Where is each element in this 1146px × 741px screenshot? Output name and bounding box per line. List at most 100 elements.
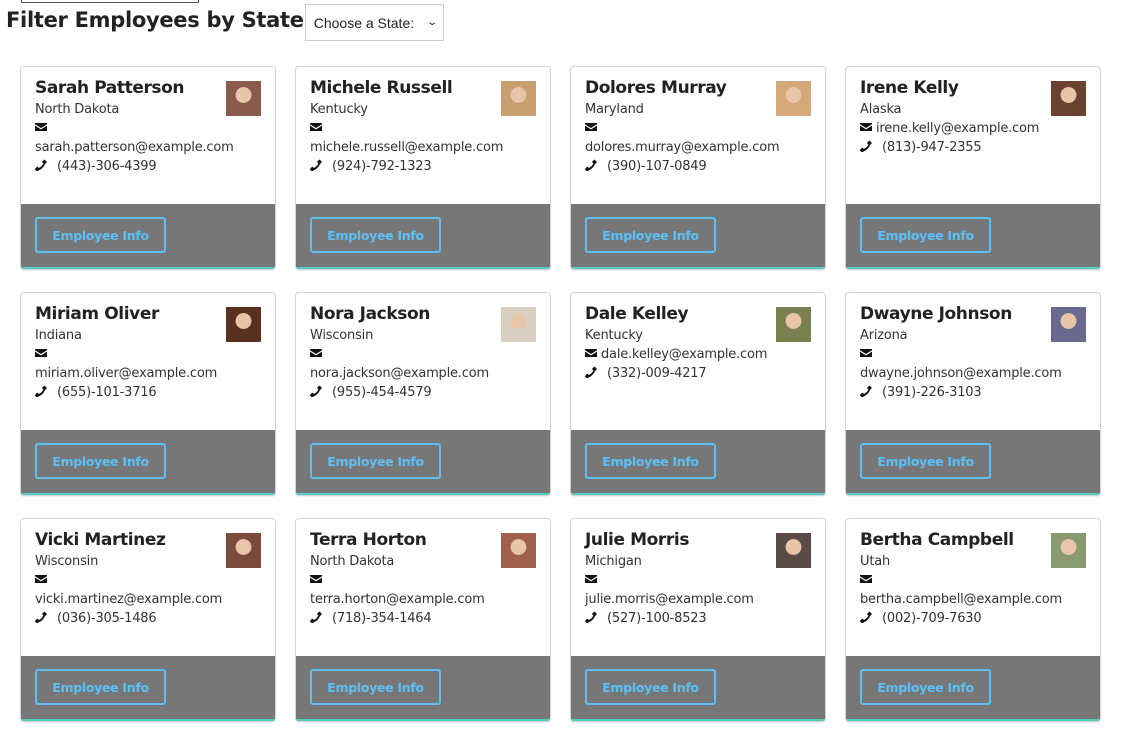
- employee-card: Dolores Murray Maryland dolores.murray@e…: [570, 66, 826, 270]
- employee-info-button[interactable]: Employee Info: [310, 669, 441, 705]
- employee-info-button[interactable]: Employee Info: [35, 443, 166, 479]
- employee-card: Nora Jackson Wisconsin nora.jackson@exam…: [295, 292, 551, 496]
- top-element-stub: [21, 0, 199, 3]
- card-footer: Employee Info: [296, 656, 550, 721]
- card-body: Irene Kelly Alaska irene.kelly@example.c…: [846, 67, 1100, 204]
- employee-info-button[interactable]: Employee Info: [310, 217, 441, 253]
- envelope-icon: [310, 575, 322, 583]
- phone-icon: [310, 159, 322, 171]
- employee-email: michele.russell@example.com: [310, 119, 536, 157]
- employee-phone: (924)-792-1323: [310, 157, 536, 176]
- email-text: michele.russell@example.com: [310, 140, 504, 155]
- phone-text: (655)-101-3716: [57, 385, 157, 400]
- card-body: Julie Morris Michigan julie.morris@examp…: [571, 519, 825, 656]
- avatar: [501, 307, 536, 342]
- phone-text: (443)-306-4399: [57, 159, 157, 174]
- employee-info-button[interactable]: Employee Info: [585, 443, 716, 479]
- employee-card: Miriam Oliver Indiana miriam.oliver@exam…: [20, 292, 276, 496]
- employee-phone: (813)-947-2355: [860, 138, 1086, 157]
- employee-email: miriam.oliver@example.com: [35, 345, 261, 383]
- chevron-down-icon: ⌄: [426, 17, 439, 28]
- phone-text: (002)-709-7630: [882, 611, 982, 626]
- employee-email: julie.morris@example.com: [585, 571, 811, 609]
- employee-info-button[interactable]: Employee Info: [860, 443, 991, 479]
- phone-text: (391)-226-3103: [882, 385, 982, 400]
- employee-card: Vicki Martinez Wisconsin vicki.martinez@…: [20, 518, 276, 722]
- phone-text: (390)-107-0849: [607, 159, 707, 174]
- envelope-icon: [860, 349, 872, 357]
- employee-card: Terra Horton North Dakota terra.horton@e…: [295, 518, 551, 722]
- avatar: [776, 81, 811, 116]
- employee-phone: (718)-354-1464: [310, 609, 536, 628]
- phone-icon: [35, 611, 47, 623]
- phone-icon: [310, 385, 322, 397]
- avatar: [776, 533, 811, 568]
- email-text: nora.jackson@example.com: [310, 366, 489, 381]
- employee-info-button[interactable]: Employee Info: [860, 217, 991, 253]
- phone-icon: [860, 140, 872, 152]
- envelope-icon: [35, 575, 47, 583]
- envelope-icon: [585, 575, 597, 583]
- avatar: [226, 533, 261, 568]
- card-footer: Employee Info: [296, 430, 550, 495]
- employee-email: dwayne.johnson@example.com: [860, 345, 1086, 383]
- employee-card: Dwayne Johnson Arizona dwayne.johnson@ex…: [845, 292, 1101, 496]
- employee-phone: (391)-226-3103: [860, 383, 1086, 402]
- employee-phone: (002)-709-7630: [860, 609, 1086, 628]
- card-body: Vicki Martinez Wisconsin vicki.martinez@…: [21, 519, 275, 656]
- employee-email: irene.kelly@example.com: [860, 119, 1086, 138]
- card-footer: Employee Info: [846, 430, 1100, 495]
- card-footer: Employee Info: [21, 204, 275, 269]
- employee-card: Michele Russell Kentucky michele.russell…: [295, 66, 551, 270]
- email-text: irene.kelly@example.com: [876, 121, 1040, 136]
- card-body: Dolores Murray Maryland dolores.murray@e…: [571, 67, 825, 204]
- avatar: [226, 81, 261, 116]
- employee-email: dolores.murray@example.com: [585, 119, 811, 157]
- employee-info-button[interactable]: Employee Info: [860, 669, 991, 705]
- state-select-value: Choose a State:: [313, 14, 415, 31]
- phone-text: (813)-947-2355: [882, 140, 982, 155]
- employee-phone: (332)-009-4217: [585, 364, 811, 383]
- phone-text: (955)-454-4579: [332, 385, 432, 400]
- phone-text: (924)-792-1323: [332, 159, 432, 174]
- employee-info-button[interactable]: Employee Info: [310, 443, 441, 479]
- employee-info-button[interactable]: Employee Info: [585, 669, 716, 705]
- email-text: julie.morris@example.com: [585, 592, 754, 607]
- phone-icon: [860, 611, 872, 623]
- page-title: Filter Employees by State: [6, 8, 304, 32]
- email-text: terra.horton@example.com: [310, 592, 485, 607]
- avatar: [776, 307, 811, 342]
- employee-email: dale.kelley@example.com: [585, 345, 811, 364]
- envelope-icon: [35, 349, 47, 357]
- email-text: dwayne.johnson@example.com: [860, 366, 1062, 381]
- employee-info-button[interactable]: Employee Info: [35, 217, 166, 253]
- phone-icon: [585, 611, 597, 623]
- card-footer: Employee Info: [571, 656, 825, 721]
- envelope-icon: [585, 349, 597, 357]
- card-footer: Employee Info: [296, 204, 550, 269]
- card-body: Dale Kelley Kentucky dale.kelley@example…: [571, 293, 825, 430]
- envelope-icon: [860, 123, 872, 131]
- card-body: Terra Horton North Dakota terra.horton@e…: [296, 519, 550, 656]
- employee-card: Sarah Patterson North Dakota sarah.patte…: [20, 66, 276, 270]
- employee-info-button[interactable]: Employee Info: [585, 217, 716, 253]
- phone-icon: [585, 366, 597, 378]
- employee-card: Julie Morris Michigan julie.morris@examp…: [570, 518, 826, 722]
- employee-info-button[interactable]: Employee Info: [35, 669, 166, 705]
- card-body: Dwayne Johnson Arizona dwayne.johnson@ex…: [846, 293, 1100, 430]
- phone-text: (527)-100-8523: [607, 611, 707, 626]
- phone-text: (718)-354-1464: [332, 611, 432, 626]
- email-text: dale.kelley@example.com: [601, 347, 768, 362]
- email-text: vicki.martinez@example.com: [35, 592, 223, 607]
- page-header: Filter Employees by State Choose a State…: [6, 4, 444, 41]
- card-footer: Employee Info: [846, 204, 1100, 269]
- card-body: Michele Russell Kentucky michele.russell…: [296, 67, 550, 204]
- employee-email: bertha.campbell@example.com: [860, 571, 1086, 609]
- email-text: dolores.murray@example.com: [585, 140, 780, 155]
- employee-grid: Sarah Patterson North Dakota sarah.patte…: [20, 66, 1101, 722]
- employee-card: Irene Kelly Alaska irene.kelly@example.c…: [845, 66, 1101, 270]
- phone-text: (036)-305-1486: [57, 611, 157, 626]
- avatar: [1051, 533, 1086, 568]
- state-filter-select[interactable]: Choose a State: ⌄: [304, 4, 444, 41]
- employee-phone: (655)-101-3716: [35, 383, 261, 402]
